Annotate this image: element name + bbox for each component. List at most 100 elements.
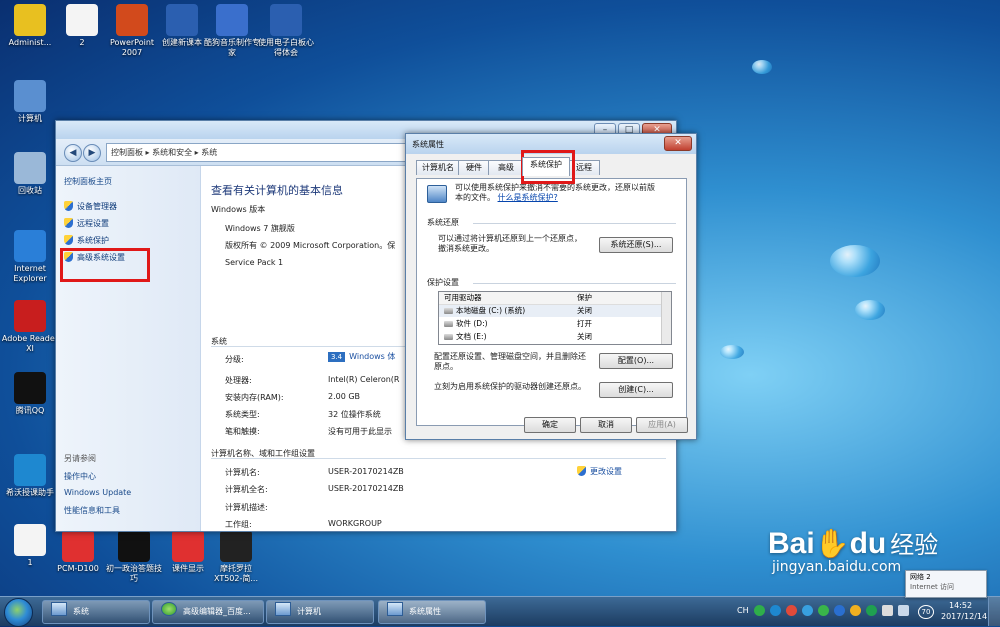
shield-icon xyxy=(64,201,73,211)
system-label: 分级: xyxy=(225,355,244,364)
clock-date[interactable]: 2017/12/14 xyxy=(941,612,987,621)
taskbar-button-browser[interactable]: 高级编辑器_百度... xyxy=(152,600,264,624)
tab-advanced[interactable]: 高级 xyxy=(488,160,524,175)
configure-line: 原点。 xyxy=(434,362,458,371)
ie-icon xyxy=(14,230,46,262)
desktop-icon[interactable]: 回收站 xyxy=(0,152,60,196)
shield-icon xyxy=(64,218,73,228)
divider xyxy=(473,223,676,224)
computer-icon xyxy=(275,602,291,616)
see-also-action-center[interactable]: 操作中心 xyxy=(64,471,96,482)
taskbar-button-system-properties[interactable]: 系统属性 xyxy=(378,600,486,624)
tray-app-icon[interactable] xyxy=(850,605,861,616)
show-desktop-button[interactable] xyxy=(988,597,1000,626)
flag-icon[interactable] xyxy=(882,605,893,616)
see-also-heading: 另请参阅 xyxy=(64,454,96,463)
tab-system-protection[interactable]: 系统保护 xyxy=(522,157,570,176)
shield-icon[interactable] xyxy=(802,605,813,616)
desktop-icon[interactable]: PCM-D100 xyxy=(48,530,108,574)
watermark-brand-suffix: du xyxy=(849,527,887,560)
list-item[interactable]: 文档 (E:) 关闭 xyxy=(439,331,661,343)
desktop-icon[interactable]: 初一政治答题技巧 xyxy=(104,530,164,584)
change-settings-link[interactable]: 更改设置 xyxy=(577,466,622,477)
desktop-icon[interactable]: 腾讯QQ xyxy=(0,372,60,416)
apply-button[interactable]: 应用(A) xyxy=(636,417,688,433)
what-is-protection-link[interactable]: 什么是系统保护? xyxy=(498,193,558,202)
breadcrumb-item[interactable]: 系统 xyxy=(201,148,217,157)
list-item[interactable]: 软件 (D:) 打开 xyxy=(439,318,661,330)
system-restore-button[interactable]: 系统还原(S)... xyxy=(599,237,673,253)
desktop-icon[interactable]: 希沃授课助手 xyxy=(0,454,60,498)
tab-hardware[interactable]: 硬件 xyxy=(458,160,490,175)
clock-time[interactable]: 14:52 xyxy=(949,601,972,610)
sidebar-item-remote[interactable]: 远程设置 xyxy=(64,218,109,229)
desktop-icon[interactable]: 摩托罗拉XT502-简... xyxy=(206,530,266,584)
sidebar-item-protection[interactable]: 系统保护 xyxy=(64,235,109,246)
tab-computer-name[interactable]: 计算机名 xyxy=(416,160,460,175)
configure-text: 配置还原设置、管理磁盘空间，并且删除还 原点。 xyxy=(434,352,586,372)
close-button[interactable]: ✕ xyxy=(664,136,692,151)
language-indicator[interactable]: CH xyxy=(737,606,749,615)
see-also-windows-update[interactable]: Windows Update xyxy=(64,488,131,497)
configure-button[interactable]: 配置(O)... xyxy=(599,353,673,369)
water-drop xyxy=(720,345,744,359)
tray-app-icon[interactable] xyxy=(770,605,781,616)
edition-heading: Windows 版本 xyxy=(211,205,266,214)
tray-app-icon[interactable] xyxy=(834,605,845,616)
desktop-icon[interactable]: 酷狗音乐制作专家 xyxy=(202,4,262,58)
browser-icon xyxy=(161,602,177,616)
taskbar-button-system[interactable]: 系统 xyxy=(42,600,150,624)
network-value: USER-20170214ZB xyxy=(328,467,404,476)
system-label: 安装内存(RAM): xyxy=(225,393,284,402)
see-also-performance[interactable]: 性能信息和工具 xyxy=(64,505,120,516)
qq-icon xyxy=(14,372,46,404)
system-value: Windows 体 xyxy=(349,352,396,361)
address-bar[interactable]: 控制面板 ▸ 系统和安全 ▸ 系统 xyxy=(106,143,412,162)
network-label: 计算机全名: xyxy=(225,485,268,494)
sidebar-item-device-manager[interactable]: 设备管理器 xyxy=(64,201,117,212)
cancel-button[interactable]: 取消 xyxy=(580,417,632,433)
system-value: 32 位操作系统 xyxy=(328,410,381,419)
tray-app-icon[interactable] xyxy=(754,605,765,616)
divider xyxy=(473,283,676,284)
forward-arrow-icon[interactable]: ▶ xyxy=(83,144,101,162)
volume-icon[interactable] xyxy=(898,605,909,616)
tray-app-icon[interactable] xyxy=(818,605,829,616)
drive-icon xyxy=(444,321,453,327)
desktop-icon[interactable]: 使用电子白板心得体会 xyxy=(256,4,316,58)
sidebar-item-label: 系统保护 xyxy=(77,236,109,245)
calendar-icon xyxy=(14,524,46,556)
desktop-icon[interactable]: Administ... xyxy=(0,4,60,48)
column-header: 可用驱动器 xyxy=(444,293,482,302)
create-button[interactable]: 创建(C)... xyxy=(599,382,673,398)
pdf-icon xyxy=(62,530,94,562)
desktop-icon[interactable]: Adobe Reader XI xyxy=(0,300,60,354)
tray-app-icon[interactable] xyxy=(786,605,797,616)
start-button[interactable] xyxy=(4,598,33,627)
breadcrumb-item[interactable]: 系统和安全 xyxy=(152,148,192,157)
breadcrumb-item[interactable]: 控制面板 xyxy=(111,148,143,157)
back-arrow-icon[interactable]: ◀ xyxy=(64,144,82,162)
list-item[interactable]: 本地磁盘 (C:) (系统) 关闭 xyxy=(439,305,661,317)
intro-line: 本的文件。 xyxy=(455,193,495,202)
battery-indicator[interactable]: 70 xyxy=(918,605,934,619)
network-label: 工作组: xyxy=(225,520,252,529)
desktop-icon[interactable]: Internet Explorer xyxy=(0,230,60,284)
restore-line: 撤消系统更改。 xyxy=(438,244,494,253)
sidebar-home-link[interactable]: 控制面板主页 xyxy=(64,176,112,187)
tooltip-sub: Internet 访问 xyxy=(910,583,955,591)
taskbar-button-computer[interactable]: 计算机 xyxy=(266,600,374,624)
tray-app-icon[interactable] xyxy=(866,605,877,616)
word-icon xyxy=(166,4,198,36)
ok-button[interactable]: 确定 xyxy=(524,417,576,433)
watermark-brand: Bai xyxy=(768,527,815,560)
sidebar-item-label: 远程设置 xyxy=(77,219,109,228)
experience-index-link[interactable]: 3.4 Windows 体 xyxy=(328,351,395,362)
taskbar-button-label: 系统属性 xyxy=(409,607,441,616)
desktop-icon[interactable]: 计算机 xyxy=(0,80,60,124)
drive-list[interactable]: 可用驱动器 保护 本地磁盘 (C:) (系统) 关闭 软件 (D:) 打开 文档… xyxy=(438,291,672,345)
desktop-icon-label: 使用电子白板心得体会 xyxy=(258,38,314,57)
tooltip-title: 网络 2 xyxy=(910,573,931,581)
list-scrollbar[interactable] xyxy=(661,292,671,344)
system-value: Intel(R) Celeron(R xyxy=(328,375,400,384)
